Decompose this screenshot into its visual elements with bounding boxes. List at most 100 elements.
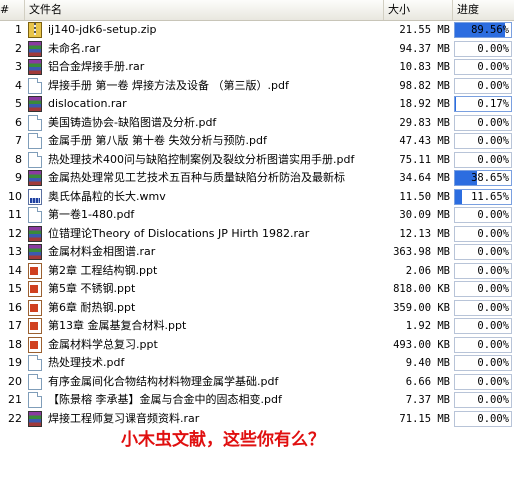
file-row[interactable]: 5 dislocation.rar 18.92 MB 0.17% [0,95,514,114]
ppt-icon [28,318,42,334]
progress-percent: 0.00% [477,394,509,406]
file-name[interactable]: 奥氏体晶粒的长大.wmv [48,188,381,206]
file-name[interactable]: 金属手册 第八版 第十卷 失效分析与预防.pdf [48,132,381,150]
column-header-filename[interactable]: 文件名 [25,0,384,20]
file-row[interactable]: 8 热处理技术400问与缺陷控制案例及裂纹分析图谱实用手册.pdf 75.11 MB… [0,151,514,170]
file-size: 30.09 MB [399,209,450,221]
row-number: 8 [15,152,22,166]
row-number: 1 [15,23,22,36]
file-size: 12.13 MB [399,227,450,240]
progress-bar: 0.00% [454,133,512,149]
progress-bar: 0.00% [454,318,512,334]
file-size: 71.15 MB [399,412,450,425]
file-row[interactable]: 14 第2章 工程结构钢.ppt 2.06 MB 0.00% [0,262,514,281]
progress-percent: 0.00% [477,338,509,351]
file-size: 818.00 KB [393,283,450,295]
file-name[interactable]: 【陈景榕 李承基】金属与合金中的固态相变.pdf [48,391,381,409]
file-name[interactable]: dislocation.rar [48,95,381,113]
rar-icon [28,225,42,242]
column-header-number[interactable]: # [0,0,25,20]
progress-percent: 0.00% [477,357,509,369]
progress-bar: 0.00% [454,59,512,75]
progress-percent: 38.65% [471,172,509,184]
progress-percent: 0.00% [477,153,509,166]
file-size: 6.66 MB [405,375,450,388]
file-name[interactable]: 第13章 金属基复合材料.ppt [48,317,381,335]
file-list: 1 ij140-jdk6-setup.zip 21.55 MB 89.56% 2 未命名.… [0,21,514,428]
row-number: 7 [15,134,22,147]
file-row[interactable]: 2 未命名.rar 94.37 MB 0.00% [0,40,514,59]
row-number: 10 [8,189,22,203]
ppt-icon [28,262,42,279]
file-name[interactable]: 热处理技术400问与缺陷控制案例及裂纹分析图谱实用手册.pdf [48,151,381,169]
file-row[interactable]: 16 第6章 耐热钢.ppt 359.00 KB 0.00% [0,299,514,318]
file-name[interactable]: 第6章 耐热钢.ppt [48,299,381,317]
file-size: 11.50 MB [399,190,450,203]
file-row[interactable]: 10 奥氏体晶粒的长大.wmv 11.50 MB 11.65% [0,188,514,207]
file-size: 10.83 MB [399,61,450,73]
file-name[interactable]: 第2章 工程结构钢.ppt [48,262,381,280]
progress-bar: 0.00% [454,77,512,94]
row-number: 12 [8,226,22,240]
file-name[interactable]: 第5章 不锈钢.ppt [48,280,381,298]
file-row[interactable]: 13 金属材料金相图谱.rar 363.98 MB 0.00% [0,243,514,262]
file-name[interactable]: 位错理论Theory of Dislocations JP Hirth 1982… [48,225,381,243]
file-name[interactable]: 金属材料金相图谱.rar [48,243,381,261]
file-size: 7.37 MB [405,394,450,406]
file-row[interactable]: 17 第13章 金属基复合材料.ppt 1.92 MB 0.00% [0,317,514,336]
file-name[interactable]: 有序金属间化合物结构材料物理金属学基础.pdf [48,373,381,391]
file-row[interactable]: 12 位错理论Theory of Dislocations JP Hirth 19… [0,225,514,244]
file-row[interactable]: 19 热处理技术.pdf 9.40 MB 0.00% [0,354,514,373]
file-row[interactable]: 7 金属手册 第八版 第十卷 失效分析与预防.pdf 47.43 MB 0.00% [0,132,514,151]
progress-bar: 11.65% [454,188,512,205]
progress-bar: 0.00% [454,410,512,427]
column-header-size[interactable]: 大小 [384,0,453,20]
rar-icon [28,244,42,260]
file-row[interactable]: 11 第一卷1-480.pdf 30.09 MB 0.00% [0,206,514,225]
progress-bar: 89.56% [454,22,512,38]
file-size: 29.83 MB [399,116,450,129]
pdf-icon [28,114,42,131]
file-row[interactable]: 18 金属材料学总复习.ppt 493.00 KB 0.00% [0,336,514,355]
file-name[interactable]: 第一卷1-480.pdf [48,206,381,224]
file-name[interactable]: 焊接手册 第一卷 焊接方法及设备 （第三版）.pdf [48,77,381,95]
file-name[interactable]: 美国铸造协会-缺陷图谱及分析.pdf [48,114,381,132]
file-name[interactable]: 热处理技术.pdf [48,354,381,372]
file-name[interactable]: 金属材料学总复习.ppt [48,336,381,354]
progress-percent: 0.00% [477,412,509,425]
file-size: 47.43 MB [399,135,450,147]
file-row[interactable]: 1 ij140-jdk6-setup.zip 21.55 MB 89.56% [0,21,514,40]
rar-icon [28,96,42,112]
progress-percent: 0.00% [477,301,509,314]
file-row[interactable]: 21 【陈景榕 李承基】金属与合金中的固态相变.pdf 7.37 MB 0.00% [0,391,514,410]
file-name[interactable]: 铝合金焊接手册.rar [48,58,381,76]
pdf-icon [28,133,42,149]
rar-icon [28,170,42,186]
progress-percent: 0.00% [477,135,509,147]
row-number: 5 [15,97,22,110]
row-number: 21 [8,393,22,406]
row-number: 3 [15,60,22,73]
progress-bar: 0.00% [454,114,512,131]
file-name[interactable]: 金属热处理常见工艺技术五百种与质量缺陷分析防治及最新标 [48,169,381,187]
ppt-icon [28,299,42,316]
row-number: 14 [8,263,22,277]
progress-percent: 11.65% [471,190,509,203]
pdf-icon [28,355,42,371]
column-header-progress[interactable]: 进度 [453,0,514,20]
video-icon [28,188,42,205]
file-row[interactable]: 4 焊接手册 第一卷 焊接方法及设备 （第三版）.pdf 98.82 MB 0.00% [0,77,514,96]
progress-bar: 38.65% [454,170,512,186]
row-number: 2 [15,41,22,55]
file-row[interactable]: 3 铝合金焊接手册.rar 10.83 MB 0.00% [0,58,514,77]
file-row[interactable]: 9 金属热处理常见工艺技术五百种与质量缺陷分析防治及最新标 34.64 MB 38.6… [0,169,514,188]
zip-icon [28,22,42,38]
file-name[interactable]: 未命名.rar [48,40,381,58]
progress-percent: 0.00% [477,264,509,277]
file-name[interactable]: ij140-jdk6-setup.zip [48,21,381,39]
file-row[interactable]: 20 有序金属间化合物结构材料物理金属学基础.pdf 6.66 MB 0.00% [0,373,514,392]
row-number: 17 [8,319,22,332]
file-row[interactable]: 15 第5章 不锈钢.ppt 818.00 KB 0.00% [0,280,514,299]
file-row[interactable]: 6 美国铸造协会-缺陷图谱及分析.pdf 29.83 MB 0.00% [0,114,514,133]
file-size: 18.92 MB [399,98,450,110]
